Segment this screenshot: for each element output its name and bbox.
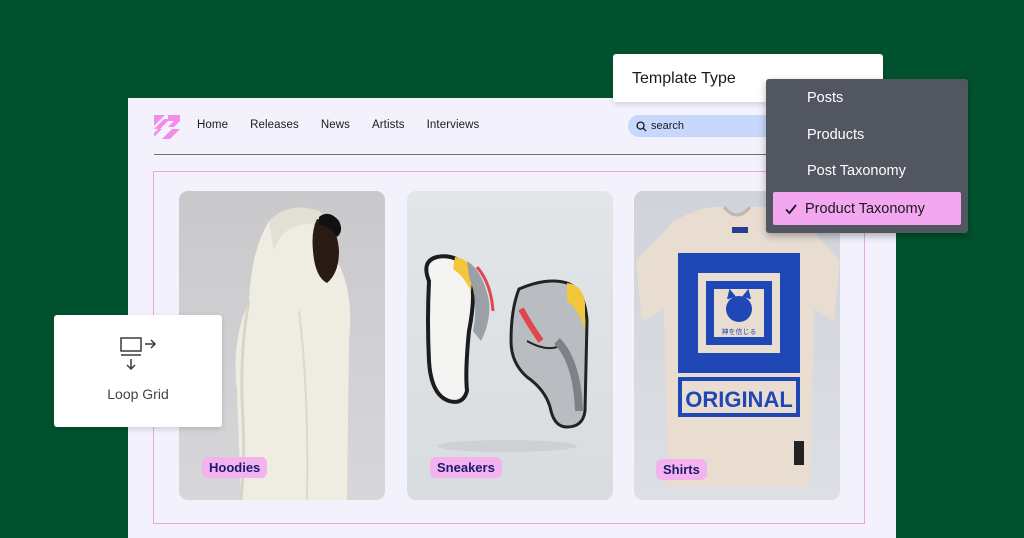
product-card-shirts[interactable]: ORIGINAL 神を信じる Shirts (634, 191, 840, 500)
category-label: Hoodies (202, 457, 268, 478)
template-type-dropdown: Posts Products Post Taxonomy Product Tax… (766, 79, 968, 233)
option-post-taxonomy[interactable]: Post Taxonomy (807, 163, 906, 179)
selected-option-label: Product Taxonomy (805, 200, 925, 217)
checkmark-icon (785, 203, 797, 214)
svg-text:神を信じる: 神を信じる (722, 327, 757, 336)
option-posts[interactable]: Posts (807, 90, 843, 106)
sneakers-image (424, 254, 589, 452)
svg-text:ORIGINAL: ORIGINAL (685, 387, 793, 412)
product-card-sneakers[interactable]: Sneakers (407, 191, 613, 500)
loop-grid-label: Loop Grid (107, 386, 169, 402)
option-products[interactable]: Products (807, 127, 864, 143)
option-product-taxonomy[interactable]: Product Taxonomy (773, 192, 961, 225)
tshirt-image: ORIGINAL 神を信じる (636, 206, 840, 486)
category-label: Shirts (656, 459, 707, 480)
template-type-label: Template Type (632, 70, 736, 87)
loop-grid-widget[interactable]: Loop Grid (54, 315, 222, 427)
loop-grid-icon (120, 337, 157, 371)
category-label: Sneakers (430, 457, 502, 478)
